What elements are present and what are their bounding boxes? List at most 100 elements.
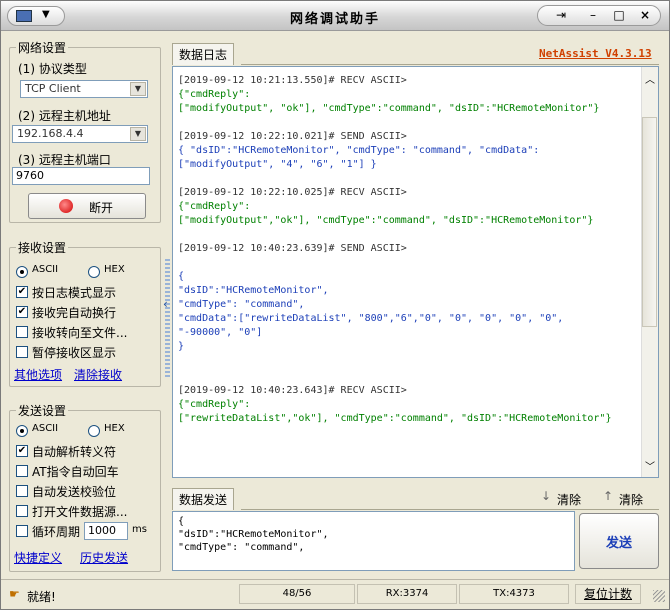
title-controls: ⇥ – □ × [537,5,661,26]
net-settings-title: 网络设置 [16,39,69,56]
host-select[interactable]: 192.168.4.4 ▼ [12,125,148,143]
host-label: (2) 远程主机地址 [18,109,111,123]
log-line: ["modifyOutput","ok"], "cmdType":"comman… [178,215,594,226]
recv-more-options-link[interactable]: 其他选项 [14,366,62,383]
port-input[interactable]: 9760 [12,167,150,185]
send-ascii-radio[interactable] [16,425,28,437]
close-button[interactable]: × [630,6,660,26]
cycle-label: 循环周期 [32,525,81,539]
send-input[interactable]: { "dsID":"HCRemoteMonitor", "cmdType": "… [172,511,575,571]
log-line: [2019-09-12 10:40:23.639]# SEND ASCII> [178,243,407,254]
app-window: ▼ 网络调试助手 ⇥ – □ × 网络设置 (1) 协议类型 TCP Clien… [0,0,670,610]
recv-option-label: 接收转向至文件... [32,326,128,340]
send-settings-group: 发送设置 ASCII HEX ✔ 自动解析转义符 AT指令自动回车 自动发送校验… [9,402,161,572]
recv-ascii-label: ASCII [32,264,59,275]
send-option-label: 打开文件数据源... [32,505,128,519]
dropdown-arrow-icon[interactable]: ▼ [130,127,146,141]
status-counter: 48/56 [239,584,355,604]
log-line: [2019-09-12 10:40:23.643]# RECV ASCII> [178,385,407,396]
recv-option-checkbox[interactable] [16,326,28,338]
cycle-checkbox[interactable] [16,525,28,537]
recv-clear-link[interactable]: 清除接收 [74,366,122,383]
send-option-label: 自动解析转义符 [32,445,117,459]
recv-settings-title: 接收设置 [16,239,69,256]
send-ascii-label: ASCII [32,423,59,434]
log-line: "cmdData":["rewriteDataList", "800","6",… [178,313,564,324]
status-icon: ☛ [9,587,20,601]
log-line: [2019-09-12 10:22:10.021]# SEND ASCII> [178,131,407,142]
status-tx: TX:4373 [459,584,569,604]
log-line: ["modifyOutput", "ok"], "cmdType":"comma… [178,103,600,114]
disconnect-label: 断开 [89,201,114,215]
status-ready: 就绪! [27,590,56,604]
dropdown-arrow-icon[interactable]: ▼ [130,82,146,96]
cycle-unit: ms [132,524,147,535]
send-option-label: AT指令自动回车 [32,465,119,479]
connect-status-icon [59,199,73,213]
collapse-arrow-icon[interactable]: ‹ [163,297,168,311]
log-line: { [178,271,185,282]
send-line: { [178,516,185,527]
version-link[interactable]: NetAssist V4.3.13 [539,47,652,60]
scroll-down-icon[interactable]: ﹀ [645,458,655,473]
recv-option-label: 按日志模式显示 [32,286,117,300]
send-option-checkbox[interactable] [16,465,28,477]
tab-data-log[interactable]: 数据日志 [172,43,235,65]
net-settings-group: 网络设置 (1) 协议类型 TCP Client ▼ (2) 远程主机地址 19… [9,39,161,223]
recv-option-checkbox[interactable]: ✔ [16,306,28,318]
send-hex-label: HEX [104,423,125,434]
log-line: ["modifyOutput", "4", "6", "1"] } [178,159,377,170]
recv-option-checkbox[interactable]: ✔ [16,286,28,298]
tab-divider [241,509,659,510]
log-line: { "dsID":"HCRemoteMonitor", "cmdType": "… [178,145,540,156]
port-label: (3) 远程主机端口 [18,153,111,167]
send-button-label: 发送 [605,536,632,551]
reset-count-button[interactable]: 复位计数 [575,584,641,604]
clear-down-icon[interactable]: ↓ [541,489,551,503]
send-button[interactable]: 发送 [579,513,659,569]
splitter-handle[interactable] [165,259,170,379]
log-line: ["rewriteDataList","ok"], "cmdType":"com… [178,413,612,424]
send-option-checkbox[interactable] [16,505,28,517]
disconnect-button[interactable]: 断开 [28,193,146,219]
title-bar: ▼ 网络调试助手 ⇥ – □ × [1,1,669,31]
clear-up-icon[interactable]: ↑ [603,489,613,503]
shortcut-link[interactable]: 快捷定义 [14,549,62,566]
send-option-checkbox[interactable] [16,485,28,497]
log-scrollbar[interactable]: ︿ ﹀ [641,67,658,477]
protocol-select[interactable]: TCP Client ▼ [20,80,148,98]
tab-data-send[interactable]: 数据发送 [172,488,235,510]
log-area[interactable]: [2019-09-12 10:21:13.550]# RECV ASCII> {… [172,66,659,478]
pin-button[interactable]: ⇥ [546,6,576,26]
log-line: "cmdType": "command", [178,299,305,310]
send-option-label: 自动发送校验位 [32,485,117,499]
log-line: [2019-09-12 10:22:10.025]# RECV ASCII> [178,187,407,198]
recv-ascii-radio[interactable] [16,266,28,278]
send-option-checkbox[interactable]: ✔ [16,445,28,457]
resize-grip[interactable] [653,590,665,602]
history-link[interactable]: 历史发送 [80,549,128,566]
recv-option-label: 接收完自动换行 [32,306,117,320]
send-settings-title: 发送设置 [16,402,69,419]
send-line: "dsID":"HCRemoteMonitor", [178,529,329,540]
send-hex-radio[interactable] [88,425,100,437]
clear-send-button[interactable]: 清除 [557,491,581,508]
status-bar: ☛ 就绪! 48/56 RX:3374 TX:4373 复位计数 [1,579,669,609]
log-scroll-thumb[interactable] [642,117,657,327]
log-line: {"cmdReply": [178,89,251,100]
log-line: {"cmdReply": [178,201,251,212]
recv-option-checkbox[interactable] [16,346,28,358]
tab-divider [241,64,659,65]
scroll-up-icon[interactable]: ︿ [645,71,655,86]
log-line: [2019-09-12 10:21:13.550]# RECV ASCII> [178,75,407,86]
clear-send-button-2[interactable]: 清除 [619,491,643,508]
log-line: } [178,341,185,352]
recv-hex-radio[interactable] [88,266,100,278]
log-line: "-90000", "0"] [178,327,263,338]
cycle-input[interactable]: 1000 [84,522,128,540]
status-rx: RX:3374 [357,584,457,604]
send-line: "cmdType": "command", [178,542,305,553]
protocol-value: TCP Client [25,82,81,95]
recv-option-label: 暂停接收区显示 [32,346,117,360]
log-line: "dsID":"HCRemoteMonitor", [178,285,329,296]
